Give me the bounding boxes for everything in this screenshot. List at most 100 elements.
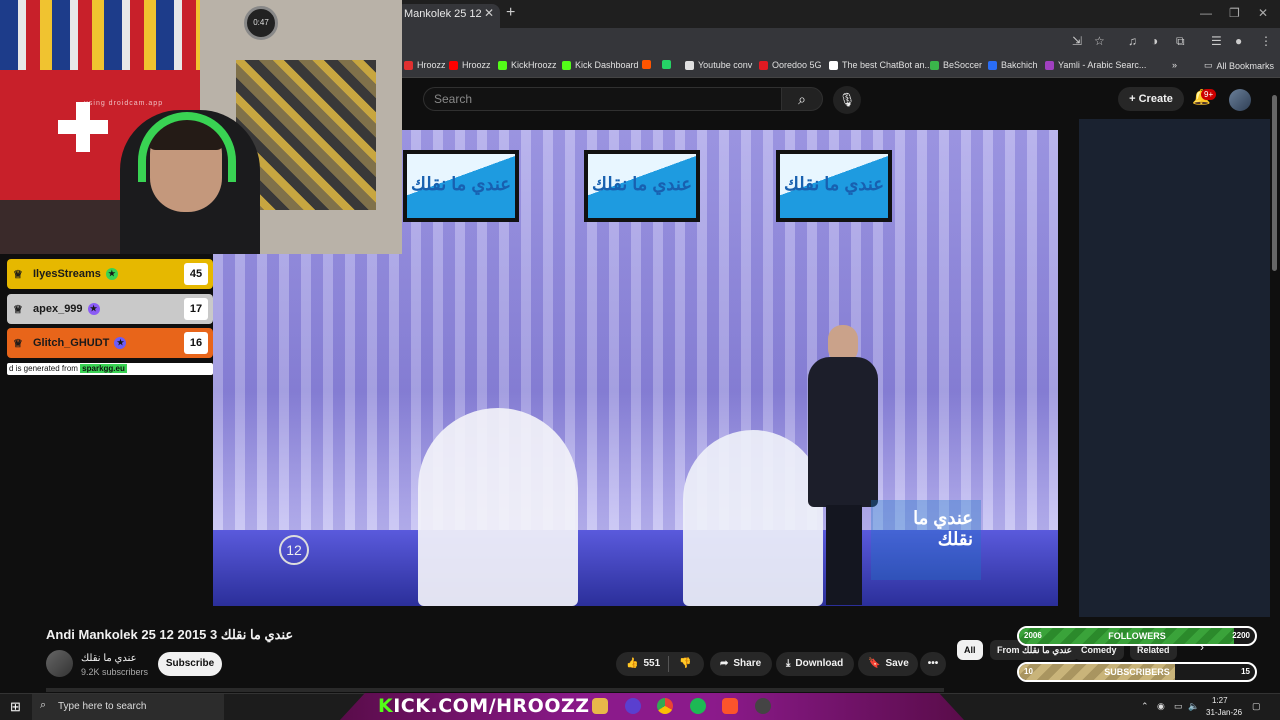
save-button[interactable]: 🔖 Save (858, 652, 918, 676)
followers-goal: 2200 (1232, 631, 1250, 640)
taskbar-time[interactable]: 1:27 (1212, 696, 1228, 705)
followers-label: FOLLOWERS (1108, 631, 1166, 641)
volume-icon[interactable]: 🔈 (1188, 701, 1199, 712)
bookmark-favicon-icon (662, 60, 671, 69)
tray-app-icon[interactable]: ◉ (1157, 701, 1165, 712)
notification-center-icon[interactable]: ▢ (1252, 701, 1261, 712)
bookmark-item[interactable]: The best ChatBot an... (829, 60, 932, 70)
profile-icon[interactable]: ● (1235, 34, 1242, 48)
bookmark-item[interactable]: Ooredoo 5G (759, 60, 822, 70)
kick-k-letter: K (378, 695, 394, 717)
extension-icon[interactable]: ◑ (1151, 34, 1158, 48)
studio-desk-left (418, 408, 578, 606)
like-count: 551 (643, 658, 661, 669)
taskbar-date[interactable]: 31-Jan-26 (1206, 708, 1242, 717)
chip-all[interactable]: All (957, 640, 983, 660)
voice-search-button[interactable]: 🎙 (833, 86, 861, 114)
leaderboard-name: Glitch_GHUDT (33, 337, 110, 349)
bookmark-item[interactable]: Hroozz (404, 60, 446, 70)
thumbs-down-icon[interactable]: 👎 (679, 652, 691, 676)
like-button[interactable]: 👍 551 👎 (616, 652, 704, 676)
microphone-icon: 🎙 (838, 92, 856, 107)
new-tab-button[interactable]: + (506, 4, 515, 22)
install-app-icon[interactable]: ⇲ (1072, 34, 1082, 48)
minimize-icon[interactable]: — (1200, 6, 1212, 20)
badge-icon: ★ (114, 337, 127, 349)
bookmark-label: BeSoccer (943, 60, 983, 70)
taskbar-search-icon: ⌕ (40, 699, 47, 711)
channel-name[interactable]: عندي ما نقلك (81, 653, 137, 664)
all-bookmarks-label: All Bookmarks (1216, 60, 1275, 71)
leaderboard-score: 17 (184, 298, 208, 320)
subscriber-count: 9.2K subscribers (81, 667, 149, 677)
bookmark-item[interactable]: Youtube conv (685, 60, 752, 70)
droidcam-watermark: using droidcam.app (84, 100, 164, 107)
subscribe-button[interactable]: Subscribe (158, 652, 222, 676)
account-avatar[interactable] (1229, 89, 1251, 111)
windows-start-icon[interactable]: ⊞ (10, 699, 21, 715)
bookmark-favicon-icon (685, 60, 694, 70)
page-scrollbar[interactable] (1272, 95, 1277, 271)
bookmark-label: Bakchich (1001, 60, 1038, 70)
bookmark-label: Kick Dashboard (575, 60, 639, 70)
bookmark-favicon-icon (988, 60, 997, 70)
chrome-icon[interactable] (657, 698, 673, 714)
browser-menu-icon[interactable]: ⋮ (1260, 34, 1272, 48)
bookmark-item[interactable]: Kick Dashboard (562, 60, 639, 70)
bookmark-label: Youtube conv (698, 60, 753, 70)
restore-icon[interactable]: ❐ (1229, 6, 1240, 20)
bookmark-icon: 🔖 (868, 658, 881, 669)
bookmark-favicon-icon (449, 60, 458, 70)
subscribers-goal: 15 (1241, 667, 1250, 676)
taskbar-search-input[interactable]: Type here to search (32, 694, 224, 720)
network-icon[interactable]: ▭ (1174, 701, 1183, 712)
brave-icon[interactable] (722, 698, 738, 714)
spotify-icon[interactable] (690, 698, 706, 714)
search-button[interactable]: ⌕ (781, 87, 823, 111)
share-label: Share (733, 658, 762, 669)
leaderboard-row: ♕ apex_999 ★ 17 (7, 294, 213, 324)
obs-icon[interactable] (755, 698, 771, 714)
reading-list-icon[interactable]: ☰ (1211, 34, 1222, 48)
media-control-icon[interactable]: ♫ (1128, 34, 1137, 48)
tab-close-icon[interactable]: ✕ (484, 6, 494, 20)
bookmark-favicon-icon (498, 60, 507, 70)
window-close-icon[interactable]: ✕ (1258, 6, 1268, 20)
bookmark-label: Hroozz (462, 60, 491, 70)
screen-logo: عندي ما نقلك (588, 154, 696, 218)
bookmark-item[interactable]: Yamli - Arabic Searc... (1045, 60, 1146, 70)
file-explorer-icon[interactable] (592, 698, 608, 714)
footer-link: sparkgg.eu (80, 364, 127, 373)
video-title: Andi Mankolek 25 12 2015 3 عندي ما نقلك (46, 627, 294, 642)
bookmark-favicon-icon (642, 60, 651, 69)
search-input[interactable]: Search (423, 87, 781, 111)
bookmark-label: The best ChatBot an... (842, 60, 933, 70)
create-button[interactable]: + Create (1118, 87, 1184, 111)
bookmark-star-icon[interactable]: ☆ (1094, 34, 1105, 48)
create-label: Create (1138, 93, 1173, 105)
channel-avatar[interactable] (46, 650, 73, 677)
bookmark-item[interactable]: KickHroozz (498, 60, 557, 70)
tray-chevron-icon[interactable]: ⌃ (1141, 701, 1149, 712)
share-button[interactable]: ➦ Share (710, 652, 772, 676)
webcam-overlay: 0:47 using droidcam.app (0, 0, 402, 254)
more-actions-button[interactable]: ••• (920, 652, 946, 676)
wall-clock: 0:47 (244, 6, 278, 40)
bookmark-item[interactable]: Bakchich (988, 60, 1038, 70)
extensions-puzzle-icon[interactable]: ⧉ (1176, 34, 1185, 49)
bookmark-favicon-icon (829, 60, 838, 70)
app-icon[interactable] (625, 698, 641, 714)
all-bookmarks-button[interactable]: ▭ All Bookmarks (1204, 60, 1274, 71)
side-panel (1079, 119, 1270, 617)
studio-screen: عندي ما نقلك (403, 150, 519, 222)
bookmark-item[interactable]: BeSoccer (930, 60, 982, 70)
bookmark-item[interactable] (662, 60, 671, 69)
presenter-legs (826, 505, 862, 605)
bookmark-item[interactable] (642, 60, 651, 69)
bookmark-label: Yamli - Arabic Searc... (1058, 60, 1147, 70)
crown-icon: ♕ (13, 303, 23, 316)
bookmark-item[interactable]: Hroozz (449, 60, 491, 70)
more-bookmarks-button[interactable]: » (1172, 60, 1177, 70)
bookmark-label: KickHroozz (511, 60, 557, 70)
download-button[interactable]: ⤓ Download (776, 652, 854, 676)
